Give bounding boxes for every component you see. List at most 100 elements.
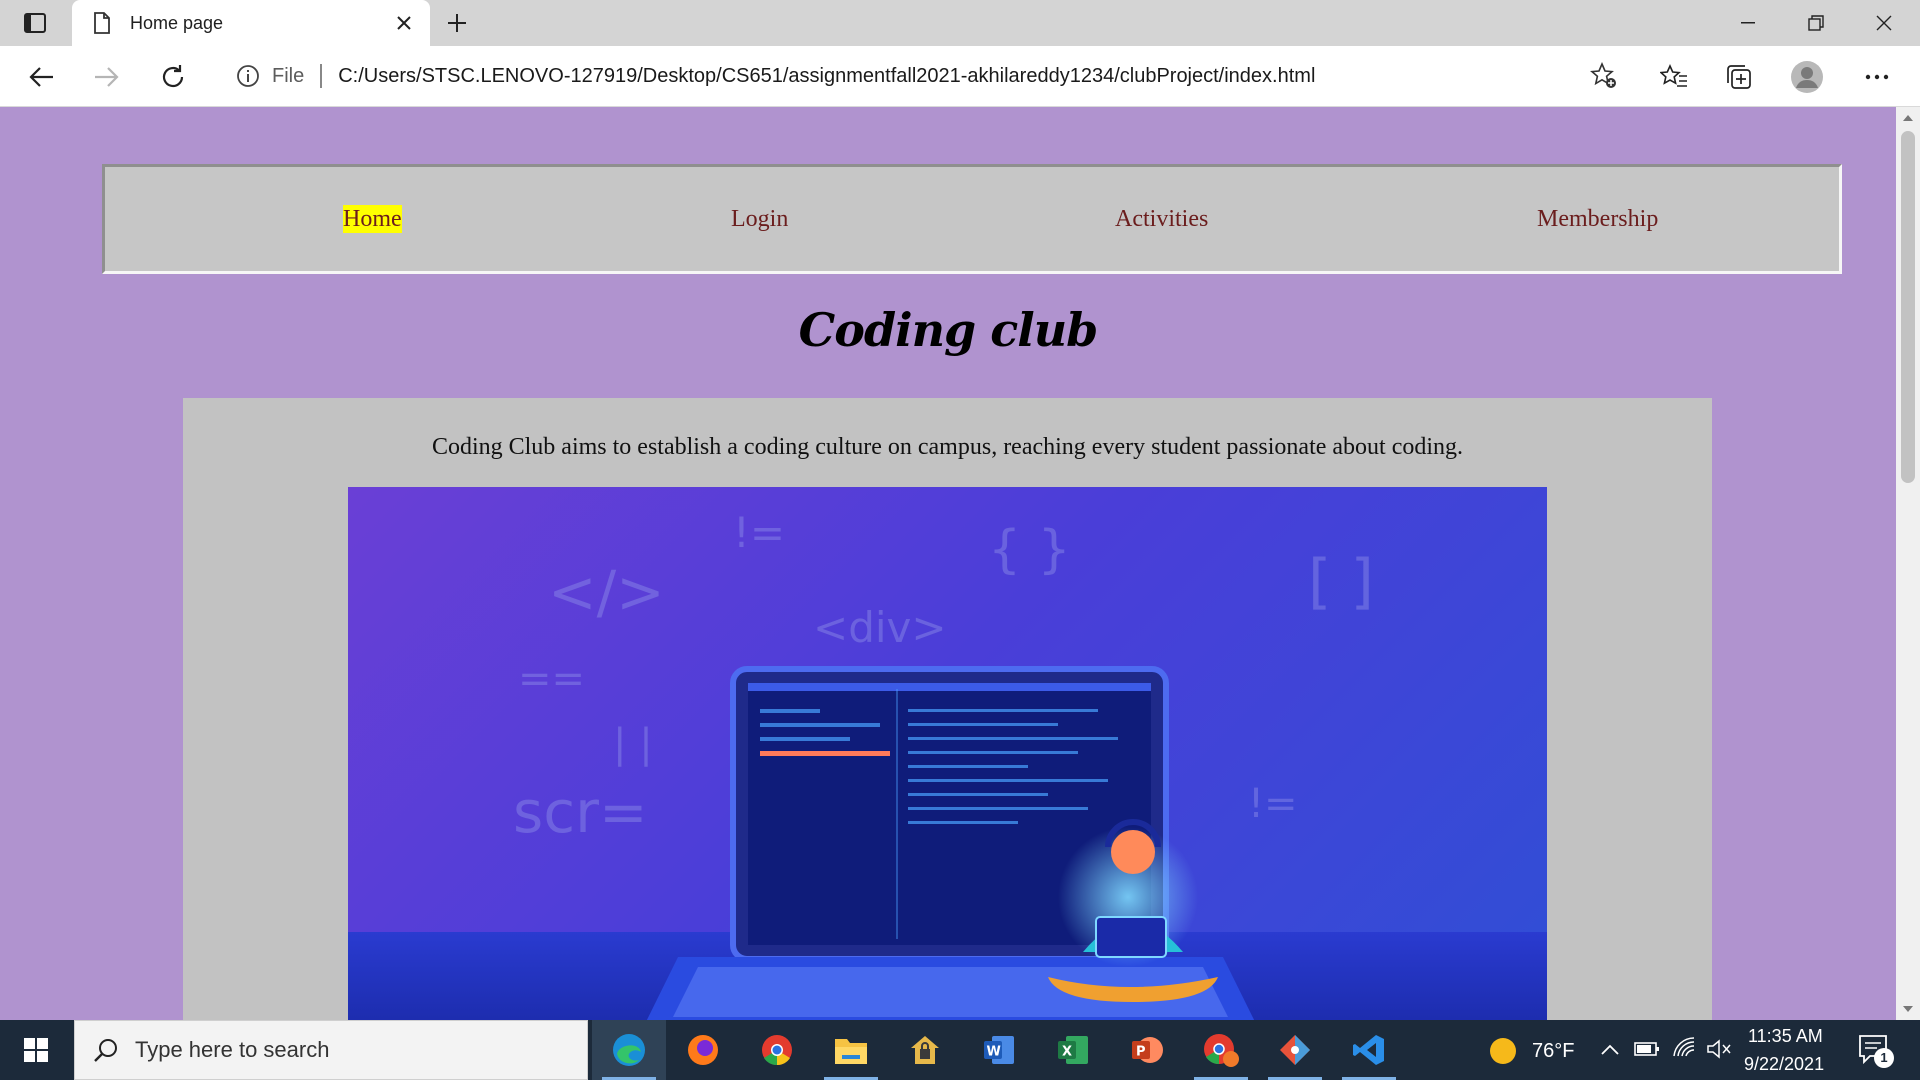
page-title: Coding club [798, 303, 1099, 357]
star-add-icon [1590, 62, 1616, 88]
address-separator [320, 64, 323, 88]
lock-house-icon [911, 1036, 939, 1064]
favorites-icon [1660, 64, 1687, 87]
hero-symbol: scr= [513, 778, 648, 846]
volume-muted-icon[interactable] [1706, 1038, 1732, 1060]
refresh-icon [162, 65, 184, 88]
ellipsis-icon [1865, 74, 1889, 80]
svg-text:W: W [987, 1045, 1001, 1060]
edge-icon [613, 1034, 645, 1066]
hero-image: </> != { } <div> [ ] == scr= | | != [348, 487, 1547, 1020]
restore-icon [1808, 15, 1824, 31]
nav-link-login[interactable]: Login [731, 205, 788, 233]
close-icon [397, 16, 411, 30]
restore-button[interactable] [1782, 0, 1850, 46]
plus-icon [448, 14, 466, 32]
intro-text: Coding Club aims to establish a coding c… [431, 434, 1464, 460]
firefox-icon [688, 1035, 718, 1065]
favorites-button[interactable] [1653, 56, 1695, 98]
hero-symbol: != [733, 508, 785, 557]
arrow-right-icon [95, 67, 119, 87]
new-tab-button[interactable] [440, 6, 474, 40]
content-section: Coding Club aims to establish a coding c… [183, 398, 1712, 1020]
weather-icon[interactable] [1488, 1036, 1518, 1066]
taskbar-app-chrome-profile[interactable] [1184, 1020, 1258, 1080]
taskbar-app-firefox[interactable] [666, 1020, 740, 1080]
taskbar-app-security[interactable] [888, 1020, 962, 1080]
avatar-icon [1791, 61, 1823, 93]
taskbar-app-chrome[interactable] [740, 1020, 814, 1080]
minimize-button[interactable] [1714, 0, 1782, 46]
nav-link-activities[interactable]: Activities [1115, 205, 1208, 233]
more-options-button[interactable] [1856, 56, 1898, 98]
scroll-down-arrow-icon[interactable] [1896, 998, 1920, 1020]
taskbar-app-excel[interactable]: X [1036, 1020, 1110, 1080]
search-placeholder: Type here to search [135, 1037, 330, 1062]
notification-badge: 1 [1874, 1048, 1894, 1068]
tab-actions-button[interactable] [14, 10, 56, 36]
windows-icon [24, 1038, 48, 1062]
taskbar-app-vscode[interactable] [1332, 1020, 1406, 1080]
hero-symbol: <div> [813, 603, 947, 652]
battery-icon[interactable] [1634, 1040, 1660, 1058]
taskbar-app-file-explorer[interactable] [814, 1020, 888, 1080]
windows-taskbar: Type here to search W X P 76°F 11:35 AM … [0, 1020, 1920, 1080]
forward-button[interactable] [86, 56, 128, 98]
back-button[interactable] [20, 56, 62, 98]
hero-symbol: == [518, 656, 585, 702]
url-text[interactable]: C:/Users/STSC.LENOVO-127919/Desktop/CS65… [338, 65, 1315, 88]
close-window-button[interactable] [1850, 0, 1918, 46]
svg-text:X: X [1062, 1045, 1072, 1060]
hero-symbol: | | [613, 721, 653, 767]
notifications-button[interactable]: 1 [1858, 1034, 1894, 1068]
info-icon[interactable] [236, 64, 260, 88]
profile-button[interactable] [1786, 56, 1828, 98]
taskbar-app-edge[interactable] [592, 1020, 666, 1080]
add-favorite-button[interactable] [1586, 58, 1622, 94]
folder-icon [835, 1039, 867, 1064]
close-icon [1876, 15, 1892, 31]
powerpoint-icon: P [1132, 1037, 1163, 1063]
taskbar-app-powerpoint[interactable]: P [1110, 1020, 1184, 1080]
hero-symbol: != [1248, 781, 1298, 827]
page-viewport: Home Login Activities Membership Coding … [0, 107, 1896, 1020]
chrome-icon [762, 1035, 792, 1066]
wifi-icon[interactable] [1672, 1036, 1696, 1060]
taskbar-search[interactable]: Type here to search [74, 1020, 588, 1080]
page-icon [90, 11, 114, 35]
nav-link-membership[interactable]: Membership [1537, 205, 1658, 233]
git-icon [1280, 1035, 1310, 1065]
clock-date[interactable]: 9/22/2021 [1744, 1054, 1824, 1075]
scroll-up-arrow-icon[interactable] [1896, 107, 1920, 129]
browser-toolbar: File C:/Users/STSC.LENOVO-127919/Desktop… [0, 46, 1920, 107]
excel-icon: X [1058, 1036, 1088, 1064]
chrome-profile-icon [1204, 1034, 1239, 1067]
scroll-thumb[interactable] [1901, 131, 1915, 483]
hero-symbol: </> [548, 558, 665, 626]
search-icon [91, 1035, 121, 1065]
tab-bar: Home page [0, 0, 1920, 46]
minimize-icon [1741, 22, 1755, 24]
browser-tab[interactable]: Home page [72, 0, 430, 46]
main-nav: Home Login Activities Membership [102, 164, 1842, 274]
page-scrollbar[interactable] [1896, 107, 1920, 1020]
nav-link-home[interactable]: Home [343, 205, 402, 233]
vscode-icon [1353, 1035, 1384, 1065]
svg-text:P: P [1136, 1045, 1146, 1060]
address-bar[interactable]: File C:/Users/STSC.LENOVO-127919/Desktop… [216, 54, 1632, 98]
hero-symbol: { } [988, 520, 1071, 580]
scheme-label: File [272, 64, 305, 87]
chevron-up-icon[interactable] [1600, 1042, 1620, 1056]
close-tab-button[interactable] [384, 3, 424, 43]
clock-time[interactable]: 11:35 AM [1748, 1026, 1823, 1047]
arrow-left-icon [29, 67, 53, 87]
weather-temp[interactable]: 76°F [1532, 1040, 1574, 1063]
start-button[interactable] [0, 1020, 72, 1080]
taskbar-app-git[interactable] [1258, 1020, 1332, 1080]
collections-button[interactable] [1718, 56, 1760, 98]
refresh-button[interactable] [152, 56, 194, 98]
tab-title: Home page [130, 12, 224, 33]
taskbar-app-word[interactable]: W [962, 1020, 1036, 1080]
hero-symbol: [ ] [1308, 547, 1374, 617]
coding-illustration: </> != { } <div> [ ] == scr= | | != [348, 508, 1547, 1020]
